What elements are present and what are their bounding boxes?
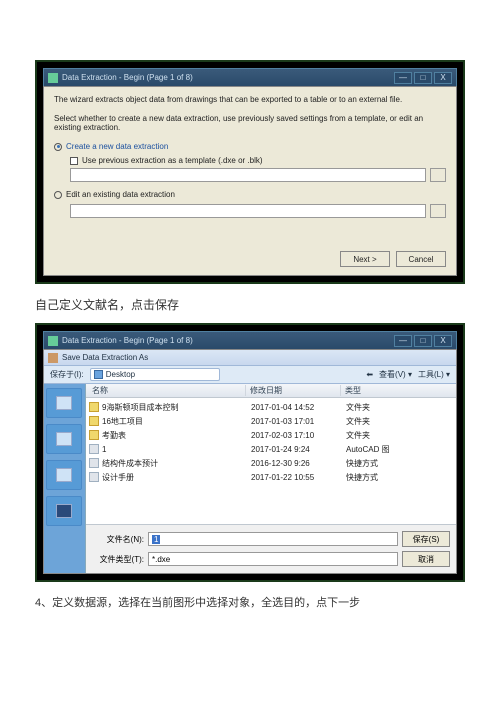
save-icon [48, 353, 58, 363]
caption-1: 自己定义文献名，点击保存 [35, 296, 465, 313]
filetype-label: 文件类型(T): [92, 554, 144, 565]
place-documents[interactable] [46, 424, 82, 454]
window-controls: — □ X [394, 335, 452, 347]
window-title: Data Extraction - Begin (Page 1 of 8) [62, 73, 193, 82]
save-in-label: 保存于(I): [50, 369, 84, 380]
file-type: 文件夹 [342, 402, 456, 413]
place-history[interactable] [46, 388, 82, 418]
view-menu[interactable]: 查看(V) [379, 369, 412, 380]
place-desktop[interactable] [46, 496, 82, 526]
minimize-button[interactable]: — [394, 335, 412, 347]
maximize-button[interactable]: □ [414, 335, 432, 347]
file-type: 文件夹 [342, 430, 456, 441]
file-type: 文件夹 [342, 416, 456, 427]
filename-input[interactable]: 1 [148, 532, 398, 546]
file-name: 1 [102, 445, 247, 454]
places-bar [44, 384, 86, 573]
save-footer: 文件名(N): 1 保存(S) 文件类型(T): *.dxe 取消 [86, 524, 456, 573]
file-row[interactable]: 12017-01-24 9:24AutoCAD 图 [86, 442, 456, 456]
filename-label: 文件名(N): [92, 534, 144, 545]
place-favorites[interactable] [46, 460, 82, 490]
save-dialog: Save Data Extraction As 保存于(I): Desktop … [43, 349, 457, 574]
option-edit-existing[interactable]: Edit an existing data extraction [54, 190, 446, 199]
file-date: 2017-01-24 9:24 [247, 445, 342, 454]
folder-icon [89, 430, 99, 440]
file-name: 设计手册 [102, 472, 247, 483]
file-row[interactable]: 9海斯顿项目成本控制2017-01-04 14:52文件夹 [86, 400, 456, 414]
app-icon [48, 73, 58, 83]
browse-button[interactable] [430, 168, 446, 182]
screenshot-2: Data Extraction - Begin (Page 1 of 8) — … [35, 323, 465, 582]
back-icon[interactable]: ⬅ [366, 370, 373, 379]
template-path-input[interactable] [70, 168, 426, 182]
folder-icon [94, 370, 103, 379]
button-row: Next > Cancel [54, 251, 446, 267]
app-icon [48, 336, 58, 346]
folder-icon [89, 416, 99, 426]
save-body: 名称 修改日期 类型 9海斯顿项目成本控制2017-01-04 14:52文件夹… [44, 384, 456, 573]
file-row[interactable]: 考勤表2017-02-03 17:10文件夹 [86, 428, 456, 442]
save-toolbar: 保存于(I): Desktop ⬅ 查看(V) 工具(L) [44, 366, 456, 384]
file-type: 快捷方式 [342, 458, 456, 469]
file-date: 2017-02-03 17:10 [247, 431, 342, 440]
file-type: 快捷方式 [342, 472, 456, 483]
maximize-button[interactable]: □ [414, 72, 432, 84]
option-create-new[interactable]: Create a new data extraction [54, 142, 446, 151]
template-checkbox-row[interactable]: Use previous extraction as a template (.… [70, 156, 446, 165]
location-dropdown[interactable]: Desktop [90, 368, 220, 381]
radio-icon [54, 143, 62, 151]
save-button[interactable]: 保存(S) [402, 531, 450, 547]
file-date: 2017-01-03 17:01 [247, 417, 342, 426]
file-name: 9海斯顿项目成本控制 [102, 402, 247, 413]
col-date[interactable]: 修改日期 [246, 385, 341, 396]
file-icon [89, 444, 99, 454]
tools-menu[interactable]: 工具(L) [418, 369, 450, 380]
close-button[interactable]: X [434, 335, 452, 347]
option-label: Create a new data extraction [66, 142, 168, 151]
wizard-dialog: The wizard extracts object data from dra… [43, 86, 457, 276]
filetype-dropdown[interactable]: *.dxe [148, 552, 398, 566]
file-type: AutoCAD 图 [342, 444, 456, 455]
col-name[interactable]: 名称 [86, 385, 246, 396]
next-button[interactable]: Next > [340, 251, 390, 267]
save-dialog-title: Save Data Extraction As [44, 350, 456, 366]
file-date: 2017-01-22 10:55 [247, 473, 342, 482]
wizard-subtitle: Select whether to create a new data extr… [54, 114, 446, 132]
column-headers: 名称 修改日期 类型 [86, 384, 456, 398]
cancel-button[interactable]: 取消 [402, 551, 450, 567]
screenshot-1: Data Extraction - Begin (Page 1 of 8) — … [35, 60, 465, 284]
checkbox-icon [70, 157, 78, 165]
file-row[interactable]: 结构件成本预计2016-12-30 9:26快捷方式 [86, 456, 456, 470]
file-row[interactable]: 设计手册2017-01-22 10:55快捷方式 [86, 470, 456, 484]
file-date: 2016-12-30 9:26 [247, 459, 342, 468]
checkbox-label: Use previous extraction as a template (.… [82, 156, 263, 165]
col-type[interactable]: 类型 [341, 385, 456, 396]
window-titlebar: Data Extraction - Begin (Page 1 of 8) — … [43, 331, 457, 349]
caption-2: 4、定义数据源，选择在当前图形中选择对象，全选目的，点下一步 [35, 594, 465, 610]
file-name: 结构件成本预计 [102, 458, 247, 469]
file-list: 名称 修改日期 类型 9海斯顿项目成本控制2017-01-04 14:52文件夹… [86, 384, 456, 573]
file-date: 2017-01-04 14:52 [247, 403, 342, 412]
browse-button[interactable] [430, 204, 446, 218]
minimize-button[interactable]: — [394, 72, 412, 84]
file-rows: 9海斯顿项目成本控制2017-01-04 14:52文件夹16地工项目2017-… [86, 398, 456, 524]
file-icon [89, 458, 99, 468]
wizard-intro: The wizard extracts object data from dra… [54, 95, 446, 104]
radio-icon [54, 191, 62, 199]
option-label: Edit an existing data extraction [66, 190, 175, 199]
window-controls: — □ X [394, 72, 452, 84]
file-row[interactable]: 16地工项目2017-01-03 17:01文件夹 [86, 414, 456, 428]
file-name: 16地工项目 [102, 416, 247, 427]
window-titlebar: Data Extraction - Begin (Page 1 of 8) — … [43, 68, 457, 86]
file-icon [89, 472, 99, 482]
window-title: Data Extraction - Begin (Page 1 of 8) [62, 336, 193, 345]
folder-icon [89, 402, 99, 412]
cancel-button[interactable]: Cancel [396, 251, 446, 267]
existing-path-input[interactable] [70, 204, 426, 218]
file-name: 考勤表 [102, 430, 247, 441]
close-button[interactable]: X [434, 72, 452, 84]
